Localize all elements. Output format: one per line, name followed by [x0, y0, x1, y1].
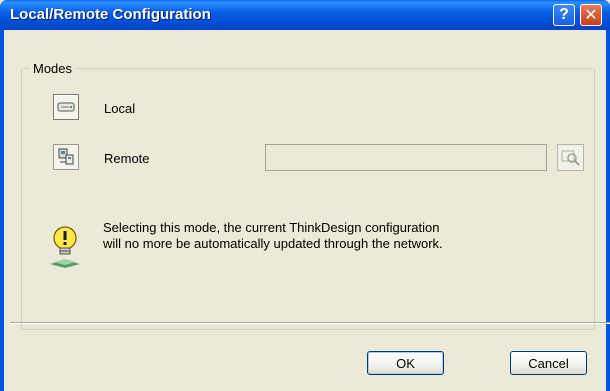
- info-message: Selecting this mode, the current ThinkDe…: [103, 220, 443, 251]
- info-bulb-icon: [50, 226, 80, 268]
- local-drive-icon: [57, 102, 75, 112]
- browse-button[interactable]: [557, 144, 584, 171]
- local-mode-label: Local: [104, 101, 136, 116]
- remote-computer-icon: [58, 148, 74, 165]
- remote-server-field[interactable]: [265, 144, 547, 171]
- browse-search-icon: [561, 150, 580, 166]
- remote-mode-label: Remote: [104, 151, 150, 166]
- dialog-client-area: Modes Local Remote Selecting this mode, …: [4, 30, 610, 391]
- close-icon: ✕: [584, 7, 598, 24]
- dialog-window: Local/Remote Configuration ? ✕ Modes Loc…: [0, 0, 610, 391]
- help-icon: ?: [559, 6, 569, 23]
- help-button[interactable]: ?: [553, 4, 575, 26]
- ok-button[interactable]: OK: [367, 351, 444, 375]
- title-bar[interactable]: Local/Remote Configuration ? ✕: [0, 0, 610, 30]
- cancel-button[interactable]: Cancel: [510, 351, 587, 375]
- local-mode-button[interactable]: [53, 94, 79, 120]
- separator: [10, 322, 610, 324]
- remote-mode-button[interactable]: [53, 144, 79, 170]
- close-button[interactable]: ✕: [580, 4, 602, 26]
- modes-group-label: Modes: [30, 61, 76, 76]
- window-title: Local/Remote Configuration: [10, 6, 211, 23]
